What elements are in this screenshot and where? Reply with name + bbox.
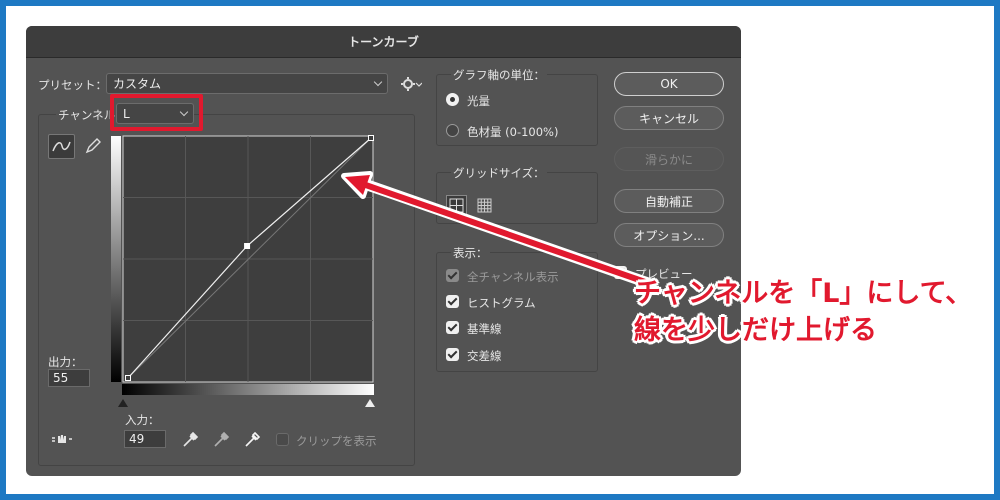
preset-value: カスタム [113, 77, 162, 91]
output-gradient-bar [111, 136, 121, 382]
dialog-titlebar: トーンカーブ [26, 26, 741, 58]
white-point-slider[interactable] [365, 399, 375, 407]
radio-pigment[interactable] [446, 124, 459, 137]
pencil-icon[interactable] [83, 136, 103, 156]
curve-endpoint[interactable] [125, 375, 131, 381]
curve-point-tool-button[interactable] [48, 134, 75, 159]
preset-label: プリセット： [38, 78, 107, 92]
baseline-checkbox[interactable] [446, 321, 459, 334]
black-point-slider[interactable] [118, 399, 128, 407]
intersection-label: 交差線 [467, 349, 502, 363]
intersection-checkbox[interactable] [446, 348, 459, 361]
targeted-adjustment-hand-icon[interactable] [50, 429, 74, 449]
preset-select[interactable]: カスタム [106, 73, 388, 94]
white-eyedropper-icon[interactable] [243, 429, 263, 449]
radio-light[interactable] [446, 93, 459, 106]
input-label: 入力： [125, 413, 160, 427]
output-label: 出力： [48, 355, 83, 369]
show-clipping-checkbox[interactable] [276, 433, 289, 446]
highlight-box [110, 94, 203, 131]
annotation-arrow [341, 171, 654, 289]
radio-light-label: 光量 [467, 94, 490, 108]
annotation-line-1: チャンネルを「L」にして、 [634, 278, 973, 309]
graph-unit-title: グラフ軸の単位： [451, 67, 547, 83]
preset-options-gear-icon[interactable] [400, 75, 423, 93]
input-gradient-bar [122, 384, 374, 395]
input-field[interactable]: 49 [124, 430, 166, 448]
cancel-button[interactable]: キャンセル [614, 106, 724, 130]
gray-eyedropper-icon[interactable] [212, 429, 232, 449]
chevron-down-icon [373, 77, 383, 86]
curve-endpoint[interactable] [368, 135, 374, 141]
output-field[interactable]: 55 [48, 369, 90, 387]
black-eyedropper-icon[interactable] [181, 429, 201, 449]
annotation-line-2: 線を少しだけ上げる [634, 315, 877, 346]
dialog-title: トーンカーブ [348, 35, 419, 49]
radio-pigment-label: 色材量 (0-100%) [467, 125, 559, 139]
show-clipping-label: クリップを表示 [296, 434, 377, 448]
curve-control-point[interactable] [244, 243, 251, 249]
ok-button[interactable]: OK [614, 72, 724, 96]
annotation-text: チャンネルを「L」にして、 線を少しだけ上げる [634, 275, 974, 355]
baseline-label: 基準線 [467, 322, 502, 336]
